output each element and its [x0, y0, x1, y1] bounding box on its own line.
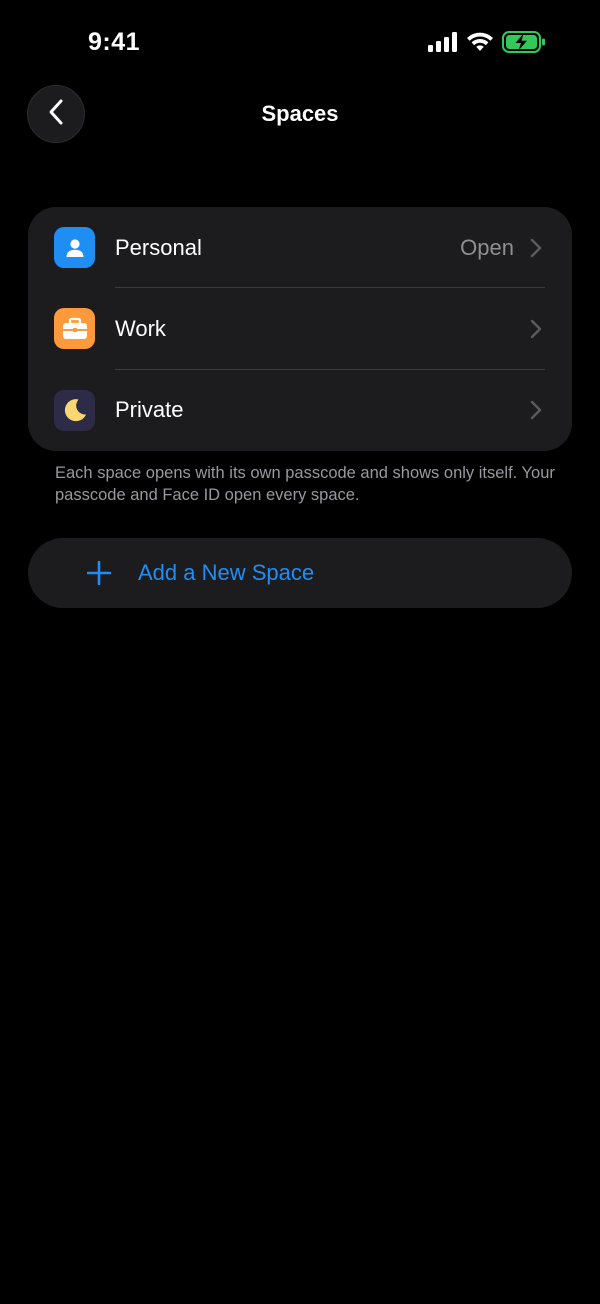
signal-icon [428, 31, 458, 57]
status-icons [428, 30, 546, 58]
wifi-icon [466, 32, 494, 57]
space-row-work[interactable]: Work [28, 288, 572, 370]
space-label: Personal [115, 234, 202, 260]
status-bar: 9:41 [0, 0, 600, 88]
moon-icon [54, 389, 95, 431]
space-status: Open [460, 234, 514, 260]
chevron-right-icon [530, 238, 542, 258]
chevron-right-icon [530, 319, 542, 339]
battery-charging-icon [502, 30, 546, 58]
spaces-footer-note: Each space opens with its own passcode a… [55, 464, 555, 504]
chevron-right-icon [530, 400, 542, 420]
person-icon [54, 227, 95, 269]
space-label: Private [115, 397, 184, 423]
briefcase-icon [54, 308, 95, 350]
status-time: 9:41 [88, 28, 141, 56]
space-row-personal[interactable]: Personal Open [28, 207, 572, 289]
add-new-space-label: Add a New Space [138, 560, 315, 585]
space-label: Work [115, 315, 166, 341]
page-title: Spaces [261, 101, 339, 126]
add-new-space-button[interactable]: Add a New Space [28, 538, 572, 608]
spaces-list: Personal Open Work Private [28, 207, 572, 451]
space-row-private[interactable]: Private [28, 370, 572, 451]
plus-icon [86, 560, 112, 586]
